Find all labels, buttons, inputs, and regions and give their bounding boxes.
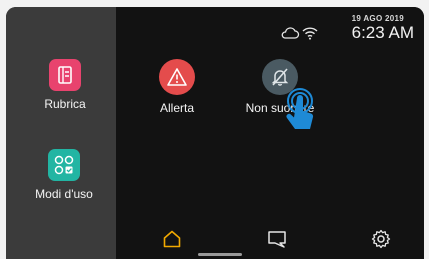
sidebar-item-rubrica[interactable]: Rubrica: [40, 59, 90, 111]
status-date: 19 AGO 2019: [351, 14, 404, 23]
touch-hand-icon: [278, 87, 322, 144]
home-icon[interactable]: [162, 229, 182, 254]
cloud-icon: [280, 26, 300, 45]
status-bar: 19 AGO 2019 6:23 AM: [266, 11, 416, 51]
tile-allerta[interactable]: Allerta: [142, 59, 212, 115]
screen-frame: Rubrica Modi d'uso 19 AGO 2019 6:23 AM A…: [6, 7, 424, 259]
chat-icon[interactable]: [266, 229, 288, 254]
gear-icon[interactable]: [371, 229, 391, 254]
sidebar-item-label: Modi d'uso: [35, 187, 93, 201]
tile-label: Allerta: [159, 101, 194, 115]
home-indicator[interactable]: [198, 253, 242, 256]
wifi-icon: [302, 26, 318, 45]
sidebar-item-modi-d-uso[interactable]: Modi d'uso: [24, 149, 104, 201]
sidebar-item-label: Rubrica: [44, 97, 86, 111]
sidebar: Rubrica Modi d'uso: [6, 7, 116, 259]
status-time: 6:23 AM: [351, 23, 414, 42]
bottom-nav: [116, 221, 424, 259]
usage-modes-icon: [48, 149, 80, 181]
address-book-icon: [49, 59, 81, 91]
alert-icon: [159, 59, 195, 95]
